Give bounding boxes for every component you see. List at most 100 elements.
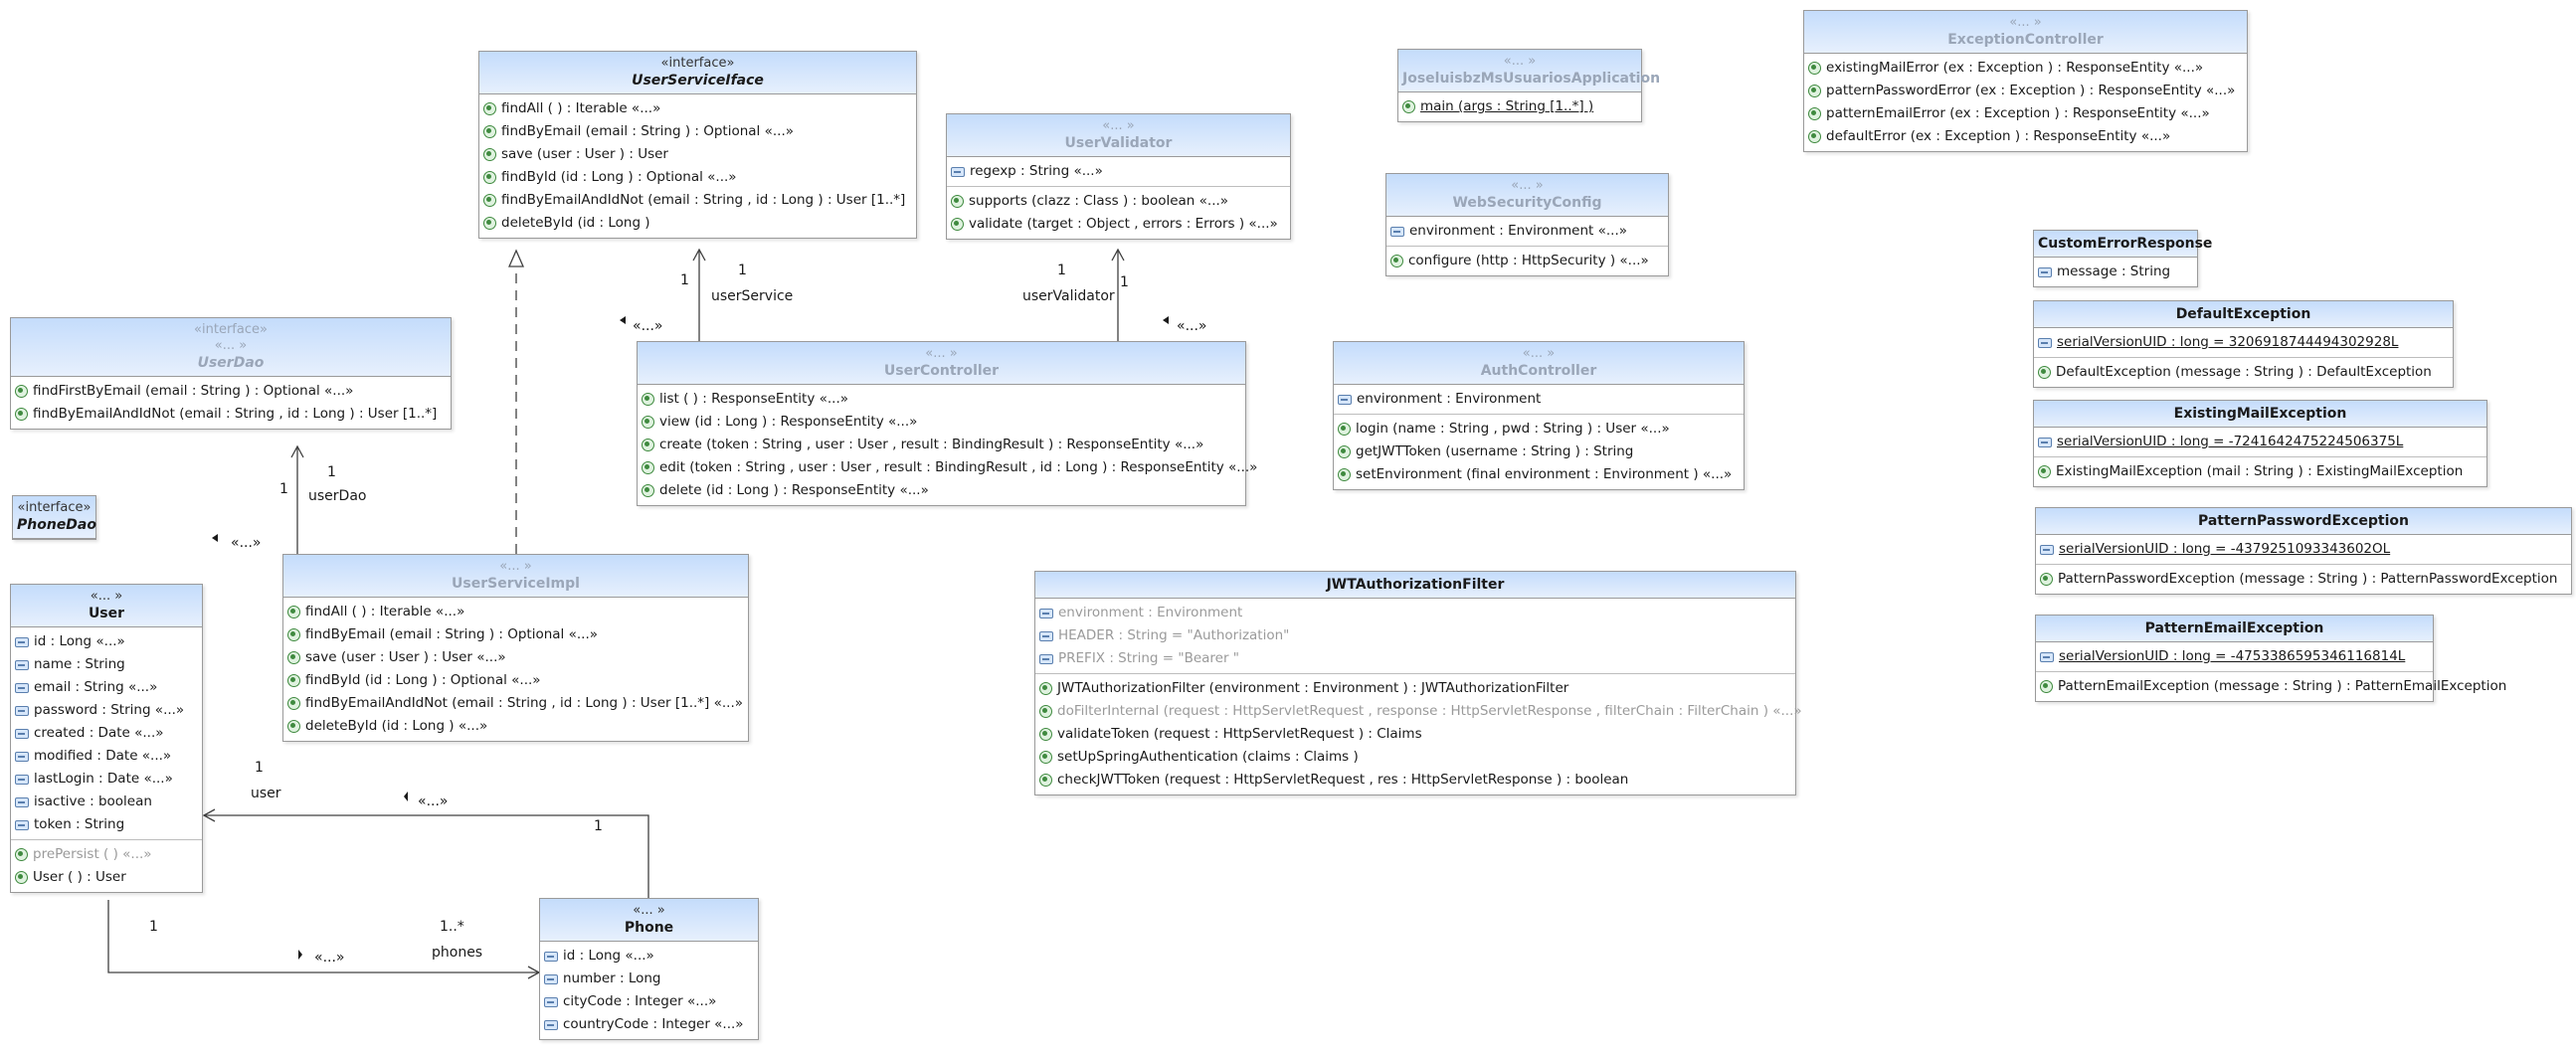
operation-patternemailexception[interactable]: PatternEmailException (message : String … [2040, 675, 2506, 698]
operation-configure[interactable]: configure (http : HttpSecurity ) «...» [1390, 250, 1664, 272]
class-websecurityconfig[interactable]: «... » WebSecurityConfig environment : Env… [1385, 173, 1669, 276]
operation-dofilterinternal[interactable]: doFilterInternal (request : HttpServletR… [1039, 700, 1802, 723]
operation-validatetoken[interactable]: validateToken (request : HttpServletRequ… [1039, 723, 1791, 746]
attribute-created[interactable]: created : Date «...» [15, 722, 198, 745]
class-uservalidator[interactable]: «... » UserValidator regexp : String «...»… [946, 113, 1291, 240]
operation-login[interactable]: login (name : String , pwd : String ) : … [1338, 418, 1740, 441]
operation-findfirstbyemail[interactable]: findFirstByEmail (email : String ) : Opt… [15, 380, 447, 403]
member-text: validateToken (request : HttpServletRequ… [1057, 726, 1422, 742]
operation-list[interactable]: list ( ) : ResponseEntity «...» [642, 388, 1241, 411]
class-phone[interactable]: «... » Phone id : Long «...» number : Long c… [539, 898, 759, 1040]
attribute-serialversionuid[interactable]: serialVersionUID : long = -4753386595346… [2040, 645, 2429, 668]
operation-findbyid[interactable]: findById (id : Long ) : Optional «...» [483, 166, 912, 189]
class-userserviceiface[interactable]: «interface» UserServiceIface findAll ( ) :… [478, 51, 917, 239]
member-text: patternEmailError (ex : Exception ) : Re… [1826, 105, 2210, 121]
class-userserviceimpl[interactable]: «... » UserServiceImpl findAll ( ) : Itera… [282, 554, 749, 742]
operation-getjwttoken[interactable]: getJWTToken (username : String ) : Strin… [1338, 441, 1740, 463]
operation-edit[interactable]: edit (token : String , user : User , res… [642, 456, 1257, 479]
operation-findall[interactable]: findAll ( ) : Iterable «...» [287, 601, 744, 623]
member-text: login (name : String , pwd : String ) : … [1356, 421, 1670, 437]
operation-patternpasswordexception[interactable]: PatternPasswordException (message : Stri… [2040, 568, 2567, 591]
attribute-token[interactable]: token : String [15, 813, 198, 836]
operation-icon [1338, 423, 1351, 436]
operation-setenvironment[interactable]: setEnvironment (final environment : Envi… [1338, 463, 1740, 486]
attribute-lastlogin[interactable]: lastLogin : Date «...» [15, 768, 198, 791]
class-customerrorresponse[interactable]: CustomErrorResponse message : String [2033, 230, 2212, 287]
class-authcontroller[interactable]: «... » AuthController environment : Enviro… [1333, 341, 1745, 490]
class-application[interactable]: «... » JoseluisbzMsUsuariosApplication mai… [1397, 49, 1660, 122]
attribute-modified[interactable]: modified : Date «...» [15, 745, 198, 768]
class-exceptioncontroller[interactable]: «... » ExceptionController existingMailErr… [1803, 10, 2248, 152]
class-patternpasswordexception[interactable]: PatternPasswordException serialVersionUID… [2035, 507, 2572, 595]
class-jwtauthorizationfilter[interactable]: JWTAuthorizationFilter environment : Envi… [1034, 571, 1802, 795]
attribute-message[interactable]: message : String [2038, 261, 2193, 283]
class-existingmailexception[interactable]: ExistingMailException serialVersionUID : … [2033, 400, 2487, 487]
class-user[interactable]: «... » User id : Long «...» name : String em… [10, 584, 203, 893]
operation-setupspringauthentication[interactable]: setUpSpringAuthentication (claims : Clai… [1039, 746, 1791, 769]
attribute-serialversionuid[interactable]: serialVersionUID : long = -7241642475224… [2038, 431, 2483, 453]
attribute-environment[interactable]: environment : Environment «...» [1390, 220, 1664, 243]
attribute-email[interactable]: email : String «...» [15, 676, 198, 699]
attribute-countrycode[interactable]: countryCode : Integer «...» [544, 1013, 754, 1036]
operation-patternemailerror[interactable]: patternEmailError (ex : Exception ) : Re… [1808, 102, 2243, 125]
operation-deletebyid[interactable]: deleteById (id : Long ) «...» [287, 715, 744, 738]
operation-findbyid[interactable]: findById (id : Long ) : Optional «...» [287, 669, 744, 692]
attribute-password[interactable]: password : String «...» [15, 699, 198, 722]
member-text: save (user : User ) : User [501, 146, 668, 162]
operation-prepersist[interactable]: prePersist ( ) «...» [15, 843, 198, 866]
attribute-serialversionuid[interactable]: serialVersionUID : long = 32069187444943… [2038, 331, 2449, 354]
operation-existingmailexception[interactable]: ExistingMailException (mail : String ) :… [2038, 460, 2483, 483]
class-phonedao[interactable]: «interface» PhoneDao [12, 495, 96, 540]
operation-icon [1338, 468, 1351, 481]
operation-save[interactable]: save (user : User ) : User «...» [287, 646, 744, 669]
operation-findbyemail[interactable]: findByEmail (email : String ) : Optional… [287, 623, 744, 646]
attribute-citycode[interactable]: cityCode : Integer «...» [544, 990, 754, 1013]
assoc-user-line [204, 814, 649, 898]
class-patternemailexception[interactable]: PatternEmailException serialVersionUID : … [2035, 615, 2506, 702]
attribute-environment[interactable]: environment : Environment [1338, 388, 1740, 411]
operation-delete[interactable]: delete (id : Long ) : ResponseEntity «..… [642, 479, 1241, 502]
attribute-isactive[interactable]: isactive : boolean [15, 791, 198, 813]
class-defaultexception[interactable]: DefaultException serialVersionUID : long … [2033, 300, 2454, 388]
operation-icon [2038, 366, 2051, 379]
operation-defaultexception[interactable]: DefaultException (message : String ) : D… [2038, 361, 2449, 384]
operation-deletebyid[interactable]: deleteById (id : Long ) [483, 212, 912, 235]
operation-main[interactable]: main (args : String [1..*] ) [1402, 95, 1637, 118]
attribute-name[interactable]: name : String [15, 653, 198, 676]
operation-save[interactable]: save (user : User ) : User [483, 143, 912, 166]
operation-validate[interactable]: validate (target : Object , errors : Err… [951, 213, 1286, 236]
attribute-prefix[interactable]: PREFIX : String = "Bearer " [1039, 647, 1791, 670]
operation-findall[interactable]: findAll ( ) : Iterable «...» [483, 97, 912, 120]
operation-defaulterror[interactable]: defaultError (ex : Exception ) : Respons… [1808, 125, 2243, 148]
operation-user[interactable]: User ( ) : User [15, 866, 198, 889]
operation-findbyemailandidnot[interactable]: findByEmailAndIdNot (email : String , id… [287, 692, 744, 715]
operation-view[interactable]: view (id : Long ) : ResponseEntity «...» [642, 411, 1241, 434]
operation-existingmailerror[interactable]: existingMailError (ex : Exception ) : Re… [1808, 57, 2243, 80]
class-usercontroller[interactable]: «... » UserController list ( ) : ResponseE… [637, 341, 1257, 506]
operation-icon [642, 416, 654, 429]
attribute-environment[interactable]: environment : Environment [1039, 602, 1791, 624]
operation-jwtauthorizationfilter[interactable]: JWTAuthorizationFilter (environment : En… [1039, 677, 1791, 700]
operation-findbyemailandidnot[interactable]: findByEmailAndIdNot (email : String , id… [483, 189, 912, 212]
operation-findbyemailandidnot[interactable]: findByEmailAndIdNot (email : String , id… [15, 403, 447, 426]
attributes-compartment: serialVersionUID : long = -7241642475224… [2034, 428, 2486, 457]
attribute-id[interactable]: id : Long «...» [15, 630, 198, 653]
attribute-regexp[interactable]: regexp : String «...» [951, 160, 1286, 183]
operation-checkjwttoken[interactable]: checkJWTToken (request : HttpServletRequ… [1039, 769, 1791, 792]
attribute-header[interactable]: HEADER : String = "Authorization" [1039, 624, 1791, 647]
attribute-id[interactable]: id : Long «...» [544, 945, 754, 968]
member-text: modified : Date «...» [34, 748, 172, 764]
operation-create[interactable]: create (token : String , user : User , r… [642, 434, 1241, 456]
operations-compartment: main (args : String [1..*] ) [1398, 92, 1641, 121]
attribute-number[interactable]: number : Long [544, 968, 754, 990]
class-header: «... » UserServiceImpl [283, 555, 748, 598]
stereotype-label: «... » [1503, 54, 1537, 69]
member-text: countryCode : Integer «...» [563, 1016, 744, 1032]
operation-findbyemail[interactable]: findByEmail (email : String ) : Optional… [483, 120, 912, 143]
operation-icon [483, 102, 496, 115]
operation-supports[interactable]: supports (clazz : Class ) : boolean «...… [951, 190, 1286, 213]
operation-patternpassworderror[interactable]: patternPasswordError (ex : Exception ) :… [1808, 80, 2243, 102]
class-name: UserController [883, 363, 1000, 379]
attribute-serialversionuid[interactable]: serialVersionUID : long = -4379251093343… [2040, 538, 2567, 561]
class-userdao[interactable]: «interface» «... » UserDao findFirstByEmail… [10, 317, 452, 430]
